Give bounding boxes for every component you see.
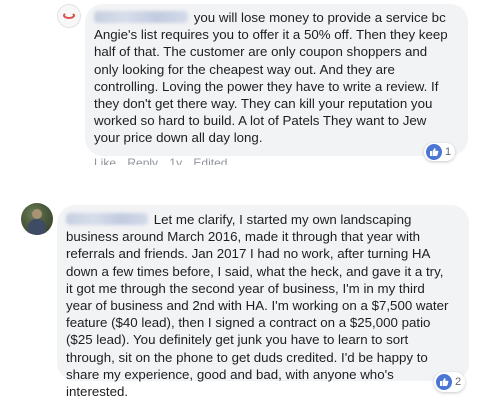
edited-label[interactable]: Edited [193, 156, 227, 165]
commenter-name[interactable] [94, 11, 188, 23]
comment-bubble: Let me clarify, I started my own landsca… [57, 205, 469, 399]
timestamp[interactable]: 1y [169, 156, 182, 165]
commenter-name[interactable] [66, 213, 148, 225]
comment-text: Let me clarify, I started my own landsca… [66, 212, 449, 400]
like-icon [426, 144, 442, 160]
avatar[interactable] [21, 203, 53, 235]
comment-1: you will lose money to provide a service… [0, 0, 477, 165]
like-link[interactable]: Like [94, 156, 116, 165]
reaction-count: 1 [445, 146, 452, 158]
reply-link[interactable]: Reply [127, 156, 158, 165]
comment-2: Let me clarify, I started my own landsca… [0, 200, 477, 402]
comment-bubble: you will lose money to provide a service… [85, 4, 468, 156]
reaction-summary[interactable]: 2 [434, 372, 466, 392]
reaction-summary[interactable]: 1 [424, 143, 456, 161]
avatar[interactable] [57, 4, 81, 28]
like-icon [436, 374, 452, 390]
comment-text: you will lose money to provide a service… [94, 10, 448, 146]
comment-actions: Like Reply 1y Edited [94, 156, 235, 165]
reaction-count: 2 [455, 376, 462, 388]
